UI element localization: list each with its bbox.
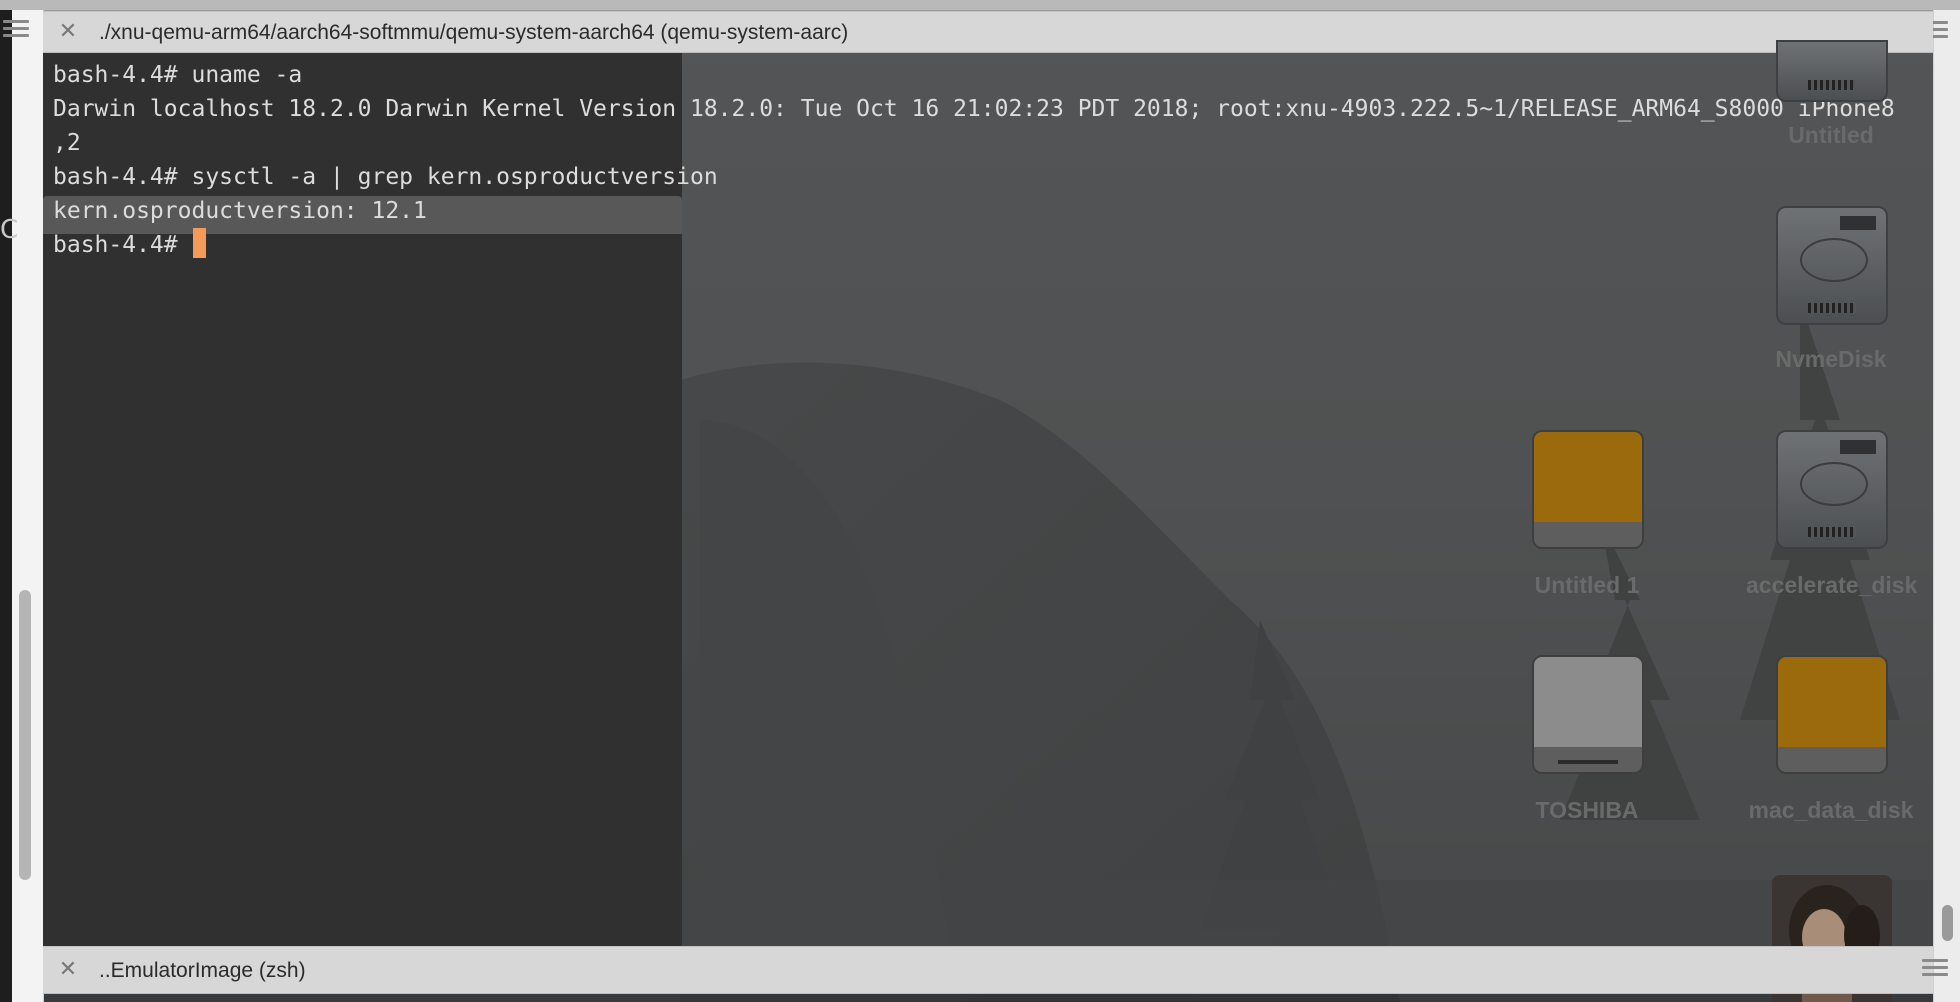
desktop-icon-label: Untitled (1788, 122, 1874, 148)
external-drive-icon (1776, 655, 1888, 774)
close-icon[interactable]: ✕ (57, 21, 79, 43)
top-window-strip (0, 0, 1960, 11)
external-drive-icon (1532, 655, 1644, 774)
left-scrollbar-thumb[interactable] (19, 590, 31, 880)
desktop-icon-label: TOSHIBA (1535, 797, 1639, 823)
right-scrollbar-thumb[interactable] (1942, 905, 1953, 941)
drive-base (1534, 521, 1642, 547)
terminal-line: ,2 (53, 130, 81, 156)
desktop-icon-label: accelerate_disk (1746, 572, 1918, 598)
drive-face (1534, 432, 1642, 522)
drive-slot (1558, 760, 1618, 764)
hdd-platter (1800, 238, 1868, 282)
terminal-cursor (193, 228, 207, 258)
screen: C ✕ ./xnu-qemu-arm64/aarch64-softmmu/qem… (0, 0, 1960, 1002)
right-sidebar (1933, 10, 1960, 1002)
desktop-icon-mac-data-disk[interactable]: mac_data_disk (1746, 655, 1916, 825)
hdd-vent (1808, 80, 1856, 90)
terminal-line: kern.osproductversion: 12.1 (53, 198, 427, 224)
bottom-pane-menu-icon[interactable] (1922, 959, 1948, 977)
desktop-icon-accelerate-disk[interactable]: accelerate_disk (1746, 430, 1918, 600)
hdd-icon (1776, 40, 1888, 102)
desktop-icon-untitled[interactable]: Untitled (1746, 40, 1916, 155)
drive-base (1778, 746, 1886, 772)
terminal-line: bash-4.4# sysctl -a | grep kern.osproduc… (53, 164, 718, 190)
terminal-prompt-line[interactable]: bash-4.4# (53, 228, 207, 262)
left-dark-edge (0, 10, 12, 1002)
bottom-pane-titlebar: ✕ ..EmulatorImage (zsh) (43, 946, 1933, 994)
desktop-icon-nvmedisk[interactable]: NvmeDisk (1746, 206, 1916, 376)
drive-face (1534, 657, 1642, 747)
desktop-icon-toshiba[interactable]: TOSHIBA (1502, 655, 1672, 825)
desktop-icon-label: NvmeDisk (1775, 346, 1887, 372)
left-ghost-text: C (0, 215, 19, 245)
top-pane-titlebar: ✕ ./xnu-qemu-arm64/aarch64-softmmu/qemu-… (43, 11, 1933, 53)
drive-base (1534, 746, 1642, 772)
left-menu-icon[interactable] (3, 20, 29, 38)
hdd-icon (1776, 206, 1888, 325)
desktop-icon-label: mac_data_disk (1748, 797, 1914, 823)
top-pane-title: ./xnu-qemu-arm64/aarch64-softmmu/qemu-sy… (99, 21, 849, 44)
desktop-icon-label: Untitled 1 (1534, 572, 1640, 598)
terminal-line: Darwin localhost 18.2.0 Darwin Kernel Ve… (53, 96, 1895, 122)
hdd-vent (1808, 303, 1856, 313)
bottom-pane-title: ..EmulatorImage (zsh) (99, 959, 306, 982)
drive-face (1778, 657, 1886, 747)
terminal-line: bash-4.4# uname -a (53, 62, 303, 88)
hdd-vent (1808, 527, 1856, 537)
hdd-platter (1800, 462, 1868, 506)
external-drive-icon (1532, 430, 1644, 549)
hdd-sticker (1840, 216, 1876, 230)
hdd-icon (1776, 430, 1888, 549)
desktop-icon-untitled-1[interactable]: Untitled 1 (1502, 430, 1672, 600)
close-icon[interactable]: ✕ (57, 959, 79, 981)
hdd-sticker (1840, 440, 1876, 454)
terminal-prompt: bash-4.4# (53, 232, 192, 258)
